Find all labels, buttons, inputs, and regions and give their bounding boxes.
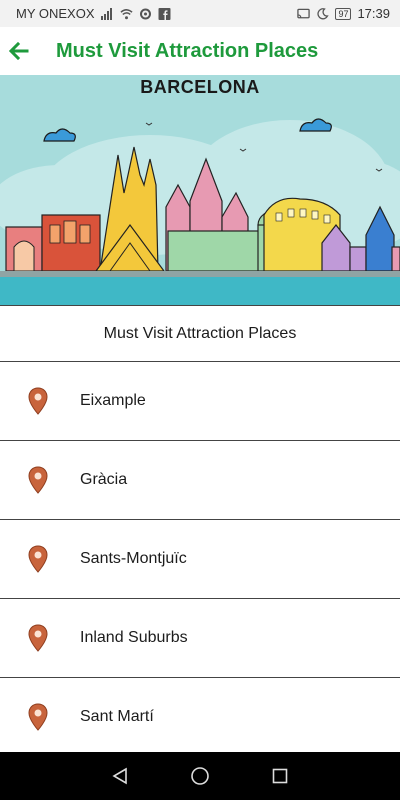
back-button[interactable] <box>8 40 30 62</box>
map-pin-icon <box>28 387 48 415</box>
list-item[interactable]: Eixample <box>0 362 400 441</box>
map-pin-icon <box>28 466 48 494</box>
page-title: Must Visit Attraction Places <box>56 39 319 62</box>
nav-home-button[interactable] <box>190 766 210 786</box>
wifi-icon <box>119 8 133 19</box>
facebook-icon <box>158 7 171 20</box>
signal-icon <box>100 7 112 20</box>
list-item-label: Inland Suburbs <box>80 629 188 646</box>
banner-city-title: BARCELONA <box>140 77 260 97</box>
battery-indicator: 97 <box>335 7 352 20</box>
list-item-label: Gràcia <box>80 471 128 488</box>
list-item-label: Sants-Montjuïc <box>80 550 187 567</box>
list-item[interactable]: Inland Suburbs <box>0 599 400 678</box>
map-pin-icon <box>28 545 48 573</box>
app-bar: Must Visit Attraction Places <box>0 27 400 75</box>
moon-icon <box>317 7 330 19</box>
list-item-label: Sant Martí <box>80 708 154 725</box>
list-item-label: Eixample <box>80 392 146 409</box>
settings-icon <box>139 8 151 19</box>
arrow-left-icon <box>9 42 29 60</box>
system-nav-bar <box>0 752 400 800</box>
triangle-back-icon <box>112 767 127 785</box>
attraction-list: Must Visit Attraction Places Eixample Gr… <box>0 305 400 757</box>
skyline-illustration <box>0 75 400 305</box>
list-item[interactable]: Sants-Montjuïc <box>0 520 400 599</box>
barcelona-skyline-banner: BARCELONA <box>0 75 400 305</box>
clock: 17:39 <box>357 6 390 21</box>
status-bar: MY ONEXOX 97 17:39 <box>0 0 400 27</box>
nav-recents-button[interactable] <box>270 766 290 786</box>
nav-back-button[interactable] <box>110 766 130 786</box>
list-item[interactable]: Gràcia <box>0 441 400 520</box>
cast-icon <box>297 8 311 18</box>
map-pin-icon <box>28 624 48 652</box>
map-pin-icon <box>28 703 48 731</box>
list-header: Must Visit Attraction Places <box>0 305 400 362</box>
circle-home-icon <box>191 767 209 785</box>
carrier-label: MY ONEXOX <box>16 6 95 21</box>
list-item[interactable]: Sant Martí <box>0 678 400 757</box>
square-recents-icon <box>272 768 288 784</box>
